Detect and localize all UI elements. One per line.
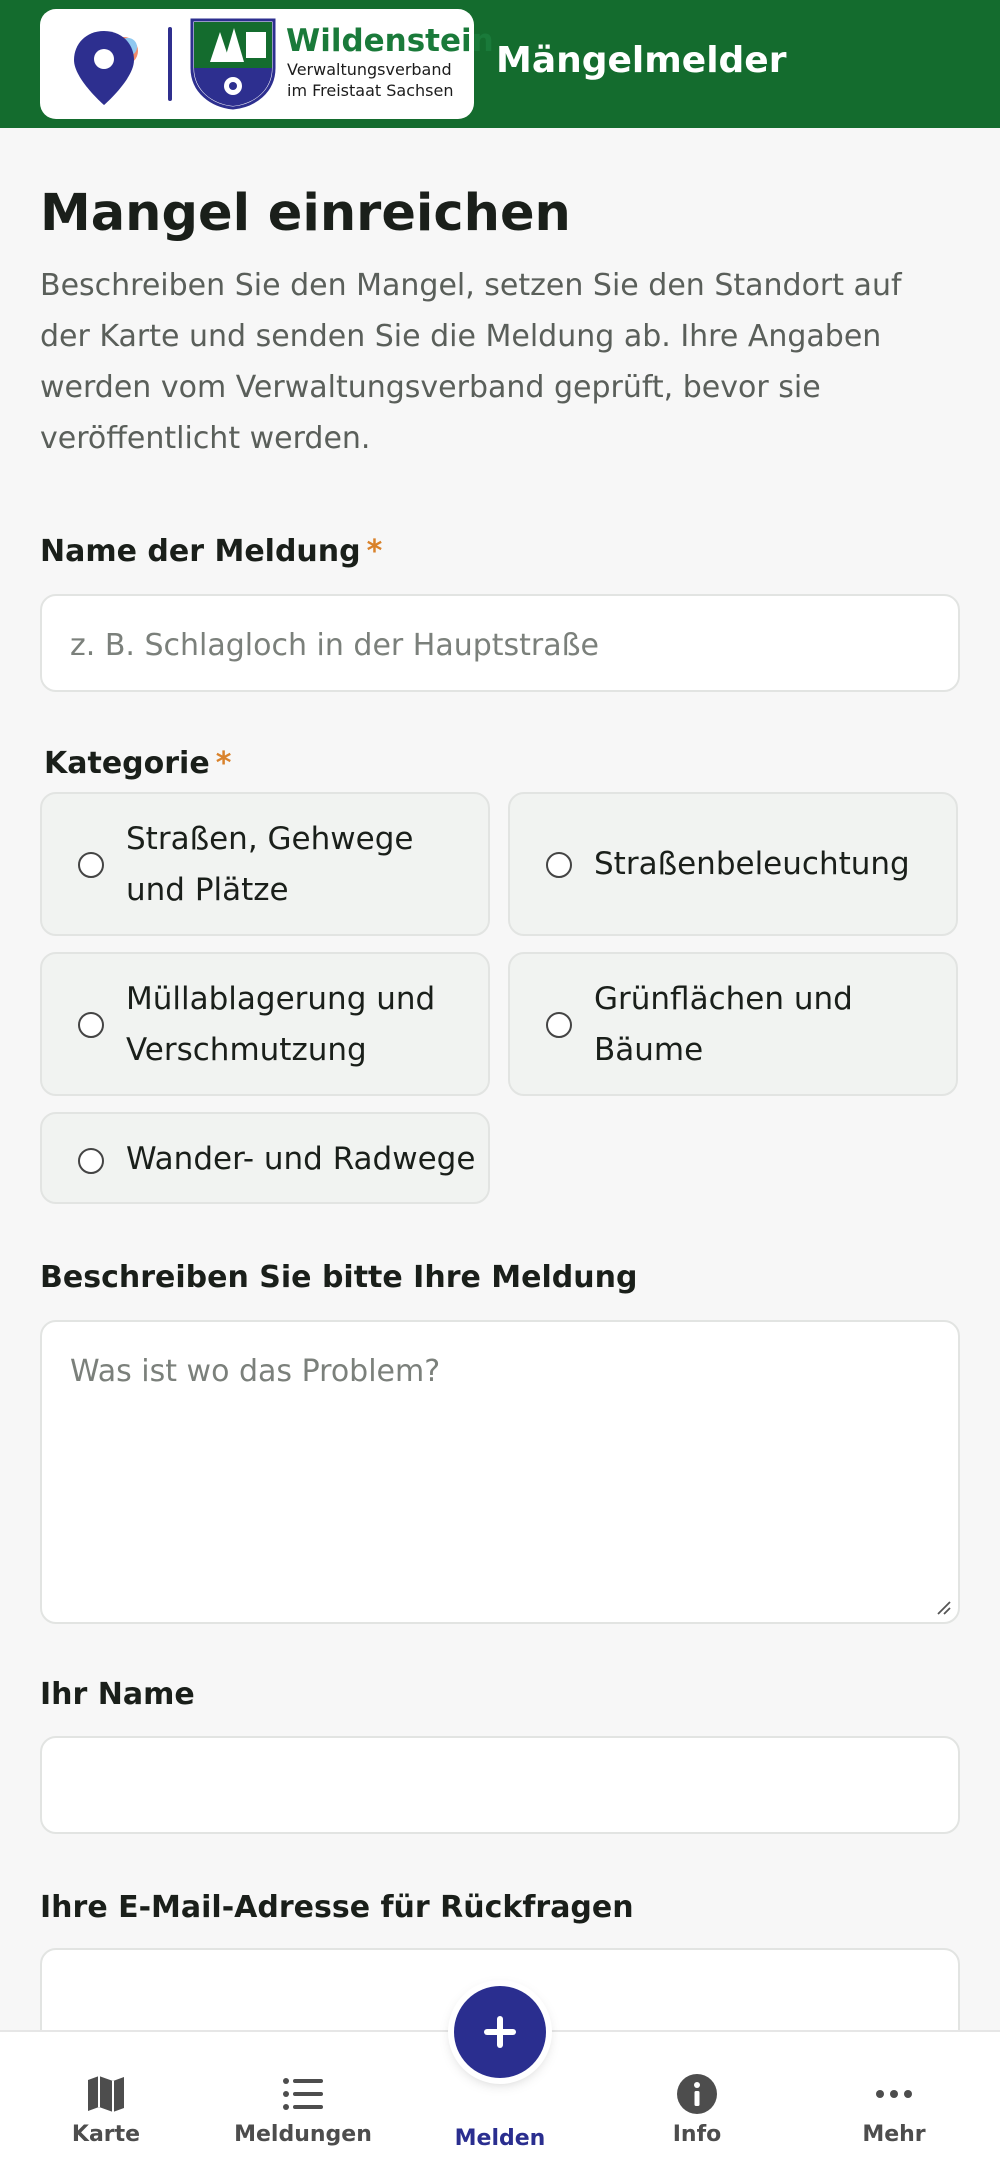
- radio-button[interactable]: [78, 1148, 104, 1174]
- logo-card[interactable]: Wildenstein Verwaltungsverband im Freist…: [40, 9, 494, 119]
- more-icon: [876, 2090, 912, 2098]
- nav-label: Melden: [454, 2126, 546, 2151]
- category-option-lighting[interactable]: Straßenbeleuchtung: [508, 792, 958, 936]
- report-name-placeholder: z. B. Schlagloch in der Hauptstraße: [70, 628, 599, 663]
- description-placeholder: Was ist wo das Problem?: [70, 1354, 441, 1389]
- info-icon: [677, 2074, 717, 2114]
- your-name-input[interactable]: [40, 1736, 960, 1834]
- category-option-trails[interactable]: Wander- und Radwege: [40, 1112, 490, 1204]
- description-label: Beschreiben Sie bitte Ihre Meldung: [40, 1260, 638, 1295]
- nav-label: Mehr: [862, 2122, 926, 2147]
- logo-divider: [168, 27, 172, 101]
- nav-label: Karte: [71, 2122, 141, 2147]
- category-option-label: Wander- und Radwege: [126, 1141, 476, 1177]
- category-option-waste[interactable]: Müllablagerung und Verschmutzung: [40, 952, 490, 1096]
- category-option-label: Straßenbeleuchtung: [594, 846, 910, 882]
- report-name-input[interactable]: z. B. Schlagloch in der Hauptstraße: [40, 594, 960, 692]
- required-mark: *: [366, 534, 383, 569]
- nav-item-info[interactable]: Info: [597, 2032, 797, 2164]
- nav-item-map[interactable]: Karte: [6, 2032, 206, 2164]
- nav-label: Meldungen: [234, 2122, 372, 2147]
- intro-text: Beschreiben Sie den Mangel, setzen Sie d…: [40, 268, 902, 456]
- radio-button[interactable]: [78, 1012, 104, 1038]
- description-textarea[interactable]: Was ist wo das Problem?: [40, 1320, 960, 1624]
- email-label: Ihre E-Mail-Adresse für Rückfragen: [40, 1890, 634, 1925]
- category-option-greenery[interactable]: Grünflächen und Bäume: [508, 952, 958, 1096]
- report-name-label: Name der Meldung *: [40, 534, 383, 569]
- your-name-label: Ihr Name: [40, 1677, 195, 1712]
- nav-item-reports[interactable]: Meldungen: [203, 2032, 403, 2164]
- radio-button[interactable]: [78, 852, 104, 878]
- category-option-label: Müllablagerung und Verschmutzung: [126, 981, 436, 1068]
- map-icon: [88, 2076, 124, 2112]
- app-header: Wildenstein Verwaltungsverband im Freist…: [0, 0, 1000, 128]
- plus-icon: [484, 2016, 516, 2048]
- list-icon: [283, 2078, 323, 2110]
- category-option-label: Straßen, Gehwege und Plätze: [126, 821, 414, 908]
- page-title: Mangel einreichen: [40, 184, 571, 243]
- brand-name: Wildenstein: [286, 23, 494, 59]
- category-label: Kategorie *: [44, 746, 232, 781]
- brand-subtitle-1: Verwaltungsverband: [287, 60, 452, 79]
- nav-item-more[interactable]: Mehr: [794, 2032, 994, 2164]
- add-report-button[interactable]: [454, 1986, 546, 2078]
- radio-button[interactable]: [546, 1012, 572, 1038]
- required-mark: *: [215, 746, 232, 781]
- brand-subtitle-2: im Freistaat Sachsen: [287, 81, 454, 100]
- app-title: Mängelmelder: [496, 40, 787, 81]
- resize-grip-icon[interactable]: [934, 1598, 952, 1616]
- nav-label: Info: [672, 2122, 722, 2147]
- category-option-streets[interactable]: Straßen, Gehwege und Plätze: [40, 792, 490, 936]
- location-pin-logo-icon: [74, 31, 138, 105]
- coat-of-arms-icon: [190, 18, 276, 110]
- category-option-label: Grünflächen und Bäume: [594, 981, 853, 1068]
- radio-button[interactable]: [546, 852, 572, 878]
